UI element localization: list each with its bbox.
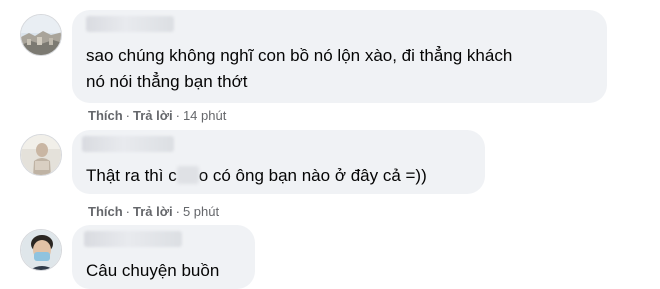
comment-text: Thật ra thì c o có ông bạn nào ở đây cả =… xyxy=(86,164,427,188)
timestamp[interactable]: 14 phút xyxy=(183,108,226,123)
like-link[interactable]: Thích xyxy=(88,108,123,123)
avatar-image xyxy=(21,15,61,55)
comment-bubble: Câu chuyện buồn xyxy=(72,225,255,289)
author-name-redacted[interactable] xyxy=(84,231,182,247)
comment-3: Câu chuyện buồn xyxy=(0,225,660,289)
comment-text-line-2: nó nói thẳng bạn thớt xyxy=(86,72,248,91)
censored-word xyxy=(176,166,199,184)
separator: · xyxy=(125,108,131,123)
comment-bubble: Thật ra thì c o có ông bạn nào ở đây cả =… xyxy=(72,130,485,194)
comment-text-start: Thật ra thì c xyxy=(86,166,177,185)
comment-actions: Thích · Trả lời · 5 phút xyxy=(88,204,219,219)
comment-text: Câu chuyện buồn xyxy=(86,261,220,280)
comment-text-line-1: sao chúng không nghĩ con bồ nó lộn xào, … xyxy=(86,46,513,65)
comment-bubble: sao chúng không nghĩ con bồ nó lộn xào, … xyxy=(72,10,607,103)
comment-2: Thật ra thì c o có ông bạn nào ở đây cả =… xyxy=(0,130,660,225)
author-name-redacted[interactable] xyxy=(82,136,174,152)
separator: · xyxy=(125,204,131,219)
avatar-image xyxy=(21,135,61,175)
like-link[interactable]: Thích xyxy=(88,204,123,219)
comment-actions: Thích · Trả lời · 14 phút xyxy=(88,108,226,123)
avatar-image xyxy=(21,230,61,270)
reply-link[interactable]: Trả lời xyxy=(133,204,173,219)
timestamp[interactable]: 5 phút xyxy=(183,204,219,219)
separator: · xyxy=(175,108,180,123)
comment-text-end: o có ông bạn nào ở đây cả =)) xyxy=(198,166,427,185)
comment-1: sao chúng không nghĩ con bồ nó lộn xào, … xyxy=(0,0,660,130)
avatar[interactable] xyxy=(20,14,62,56)
separator: · xyxy=(175,204,180,219)
avatar[interactable] xyxy=(20,229,62,271)
avatar[interactable] xyxy=(20,134,62,176)
reply-link[interactable]: Trả lời xyxy=(133,108,173,123)
author-name-redacted[interactable] xyxy=(86,16,174,32)
